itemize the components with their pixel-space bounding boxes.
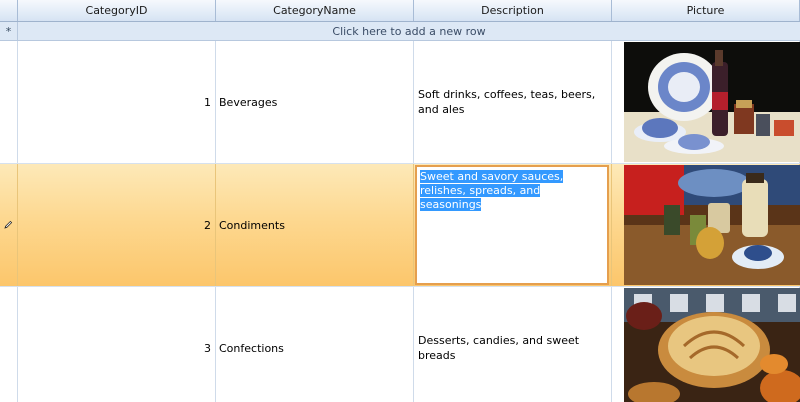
column-header-description[interactable]: Description — [414, 0, 612, 21]
description-text: Soft drinks, coffees, teas, beers, and a… — [418, 88, 596, 116]
row-indicator[interactable] — [0, 164, 18, 286]
table-row[interactable]: 1 Beverages Soft drinks, coffees, teas, … — [0, 41, 800, 164]
cell-categoryid[interactable]: 2 — [18, 164, 216, 286]
cell-categoryname[interactable]: Confections — [216, 287, 414, 402]
add-new-row-prompt[interactable]: Click here to add a new row — [18, 22, 800, 40]
cell-description[interactable]: Soft drinks, coffees, teas, beers, and a… — [414, 41, 612, 163]
cell-picture[interactable] — [612, 287, 800, 402]
row-indicator[interactable] — [0, 41, 18, 163]
column-header-row: CategoryID CategoryName Description Pict… — [0, 0, 800, 22]
cell-categoryname[interactable]: Beverages — [216, 41, 414, 163]
column-header-categoryid[interactable]: CategoryID — [18, 0, 216, 21]
cell-description[interactable]: Desserts, candies, and sweet breads — [414, 287, 612, 402]
beverages-image — [624, 42, 800, 162]
cell-description[interactable]: Sweet and savory sauces, relishes, sprea… — [414, 164, 612, 286]
cell-categoryname[interactable]: Condiments — [216, 164, 414, 286]
description-text: Desserts, candies, and sweet breads — [418, 334, 580, 362]
header-indicator-cell — [0, 0, 18, 21]
description-editor[interactable]: Sweet and savory sauces, relishes, sprea… — [415, 165, 609, 285]
data-grid[interactable]: CategoryID CategoryName Description Pict… — [0, 0, 800, 402]
column-header-categoryname[interactable]: CategoryName — [216, 0, 414, 21]
cell-picture[interactable] — [612, 164, 800, 286]
cell-picture[interactable] — [612, 41, 800, 163]
pencil-icon — [4, 219, 13, 232]
table-row-selected[interactable]: 2 Condiments Sweet and savory sauces, re… — [0, 164, 800, 287]
new-item-row[interactable]: * Click here to add a new row — [0, 22, 800, 41]
confections-image — [624, 288, 800, 402]
selected-text: Sweet and savory sauces, relishes, sprea… — [420, 170, 564, 211]
table-row[interactable]: 3 Confections Desserts, candies, and swe… — [0, 287, 800, 402]
asterisk-icon: * — [0, 22, 18, 40]
cell-categoryid[interactable]: 1 — [18, 41, 216, 163]
column-header-picture[interactable]: Picture — [612, 0, 800, 21]
cell-categoryid[interactable]: 3 — [18, 287, 216, 402]
row-indicator[interactable] — [0, 287, 18, 402]
condiments-image — [624, 165, 800, 285]
